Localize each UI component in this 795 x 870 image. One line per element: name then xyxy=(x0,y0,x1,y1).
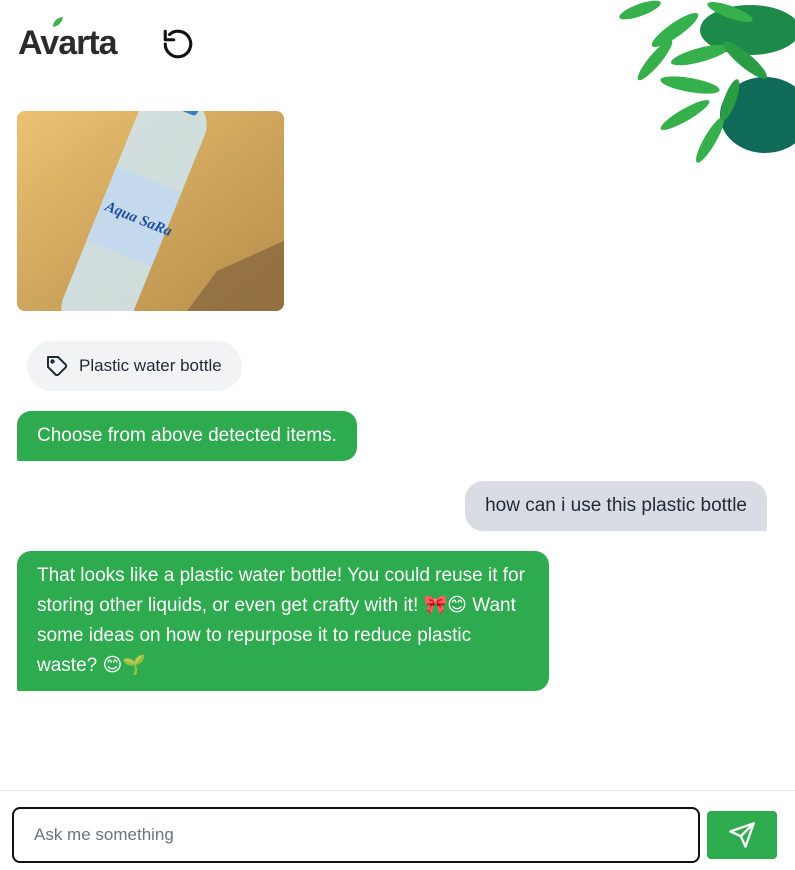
detected-item-label: Plastic water bottle xyxy=(79,356,222,375)
uploaded-image: Aqua SaRa xyxy=(17,111,284,311)
message-input[interactable] xyxy=(12,807,700,863)
user-message: how can i use this plastic bottle xyxy=(465,481,767,531)
refresh-ccw-icon xyxy=(163,29,193,59)
send-button[interactable] xyxy=(707,811,777,859)
bot-message-text: Choose from above detected items. xyxy=(37,425,337,446)
logo: Avarta xyxy=(18,16,118,63)
bot-message: That looks like a plastic water bottle! … xyxy=(17,551,549,691)
bot-message: Choose from above detected items. xyxy=(17,411,357,461)
photo-thumbnail: Aqua SaRa xyxy=(17,111,284,311)
logo-text: Avarta xyxy=(18,23,118,62)
bot-message-text: That looks like a plastic water bottle! … xyxy=(37,565,525,676)
tag-icon xyxy=(47,356,68,377)
reset-button[interactable] xyxy=(160,26,196,62)
user-message-text: how can i use this plastic bottle xyxy=(485,495,747,516)
app-header: Avarta xyxy=(18,16,118,68)
decorative-leaves xyxy=(619,0,795,163)
detected-item-chip[interactable]: Plastic water bottle xyxy=(27,341,242,391)
send-icon xyxy=(729,822,755,848)
leaf-icon xyxy=(53,16,63,27)
